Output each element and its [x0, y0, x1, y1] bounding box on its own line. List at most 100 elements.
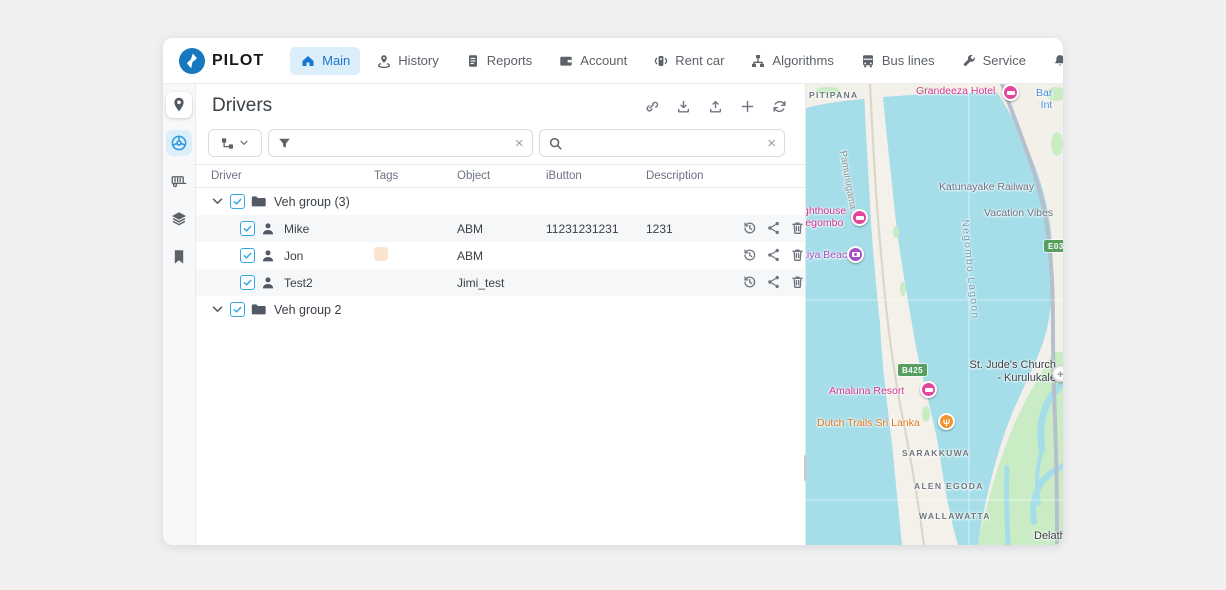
- nav-reports[interactable]: Reports: [455, 47, 543, 75]
- share-icon: [766, 220, 781, 235]
- share-action-button[interactable]: [766, 220, 781, 238]
- tree-view-icon: [220, 136, 235, 151]
- app-window: PILOT Main History Reports Account Rent …: [163, 38, 1063, 545]
- brand-logo[interactable]: PILOT: [179, 48, 264, 74]
- nav-service[interactable]: Service: [951, 47, 1036, 75]
- page-title: Drivers: [212, 95, 272, 117]
- driver-row-mike[interactable]: Mike ABM 11231231231 1231: [196, 215, 805, 242]
- nav-label: History: [398, 53, 438, 68]
- chevron-down-icon[interactable]: [210, 302, 225, 317]
- col-object[interactable]: Object: [457, 170, 546, 182]
- group-row-veh-group-3[interactable]: Veh group (3): [196, 188, 805, 215]
- panel-header: Drivers: [196, 84, 805, 128]
- drivers-panel: Drivers ×: [196, 84, 806, 545]
- clear-filter-icon[interactable]: ×: [515, 136, 524, 151]
- trailer-icon: [170, 172, 188, 190]
- object-cell: ABM: [457, 249, 546, 263]
- left-icon-rail: [163, 84, 196, 545]
- hotel-bed-icon: [856, 216, 864, 220]
- delete-action-button[interactable]: [790, 274, 805, 292]
- home-icon: [300, 53, 316, 69]
- nav-bus-lines[interactable]: Bus lines: [850, 47, 945, 75]
- col-ibutton[interactable]: iButton: [546, 170, 646, 182]
- import-button[interactable]: [676, 99, 691, 114]
- col-tags[interactable]: Tags: [374, 170, 457, 182]
- rail-bookmarks-button[interactable]: [166, 244, 192, 270]
- nav-rent-car[interactable]: Rent car: [643, 47, 734, 75]
- group-checkbox[interactable]: [230, 302, 245, 317]
- plus-icon: [740, 99, 755, 114]
- group-label: Veh group (3): [274, 195, 350, 209]
- driver-checkbox[interactable]: [240, 248, 255, 263]
- link-button[interactable]: [644, 99, 659, 114]
- col-description[interactable]: Description: [646, 170, 728, 182]
- link-icon: [644, 99, 659, 114]
- view-mode-dropdown[interactable]: [208, 129, 262, 157]
- share-icon: [766, 247, 781, 262]
- driver-name: Jon: [284, 249, 303, 263]
- download-icon: [676, 99, 691, 114]
- rail-trailers-button[interactable]: [166, 168, 192, 194]
- export-button[interactable]: [708, 99, 723, 114]
- poi-marker-amaluna-resort[interactable]: [920, 381, 937, 398]
- camera-icon: [852, 252, 860, 257]
- driver-checkbox[interactable]: [240, 221, 255, 236]
- driver-row-jon[interactable]: Jon ABM: [196, 242, 805, 269]
- driver-icon: [260, 221, 276, 237]
- group-checkbox[interactable]: [230, 194, 245, 209]
- folder-icon: [250, 301, 267, 318]
- share-action-button[interactable]: [766, 247, 781, 265]
- search-field: ×: [539, 129, 785, 157]
- clear-search-icon[interactable]: ×: [767, 136, 776, 151]
- road-shield-e03: E03: [1044, 240, 1063, 252]
- bell-icon: [1052, 53, 1063, 69]
- poi-marker-grandeeza-hotel[interactable]: [1002, 84, 1019, 101]
- chevron-down-icon[interactable]: [210, 194, 225, 209]
- nav-label: Main: [322, 53, 350, 68]
- history-action-button[interactable]: [742, 274, 757, 292]
- group-row-veh-group-2[interactable]: Veh group 2: [196, 296, 805, 323]
- delete-action-button[interactable]: [790, 247, 805, 265]
- map-view[interactable]: PITIPANA Grandeeza Hotel Bar Int Pamunug…: [806, 84, 1063, 545]
- delete-action-button[interactable]: [790, 220, 805, 238]
- brand-name: PILOT: [212, 52, 264, 70]
- nav-main[interactable]: Main: [290, 47, 360, 75]
- search-input[interactable]: [569, 136, 762, 150]
- share-action-button[interactable]: [766, 274, 781, 292]
- history-icon: [745, 250, 755, 260]
- nav-label: Reports: [487, 53, 533, 68]
- poi-marker-st-judes-church[interactable]: [1052, 365, 1063, 382]
- history-action-button[interactable]: [742, 247, 757, 265]
- tag-filter-input[interactable]: [298, 136, 509, 150]
- road-shield-b425: B425: [898, 364, 927, 376]
- ibutton-cell: 11231231231: [546, 222, 646, 236]
- tag-filter-field: ×: [268, 129, 533, 157]
- nav-account[interactable]: Account: [548, 47, 637, 75]
- nav-events[interactable]: Events: [1042, 47, 1063, 75]
- poi-marker-beach[interactable]: [847, 246, 864, 263]
- rail-places-button[interactable]: [166, 92, 192, 118]
- map-canvas[interactable]: [806, 84, 1063, 545]
- panel-resize-handle[interactable]: [804, 455, 807, 481]
- rail-drivers-button[interactable]: [166, 130, 192, 156]
- search-icon: [548, 136, 563, 151]
- add-driver-button[interactable]: [740, 99, 755, 114]
- driver-name: Mike: [284, 222, 309, 236]
- poi-marker-dutch-trails[interactable]: [938, 413, 955, 430]
- driver-checkbox[interactable]: [240, 275, 255, 290]
- tag-chip[interactable]: [374, 247, 388, 261]
- steering-wheel-icon: [170, 134, 188, 152]
- history-action-button[interactable]: [742, 220, 757, 238]
- driver-icon: [260, 248, 276, 264]
- hotel-bed-icon: [925, 388, 933, 392]
- nav-history[interactable]: History: [366, 47, 448, 75]
- wrench-icon: [961, 53, 977, 69]
- refresh-button[interactable]: [772, 99, 787, 114]
- rail-layers-button[interactable]: [166, 206, 192, 232]
- folder-icon: [250, 193, 267, 210]
- driver-row-test2[interactable]: Test2 Jimi_test: [196, 269, 805, 296]
- poi-marker-lighthouse-negombo[interactable]: [851, 209, 868, 226]
- nav-algorithms[interactable]: Algorithms: [740, 47, 843, 75]
- tags-cell: [374, 247, 457, 264]
- col-driver[interactable]: Driver: [196, 170, 374, 182]
